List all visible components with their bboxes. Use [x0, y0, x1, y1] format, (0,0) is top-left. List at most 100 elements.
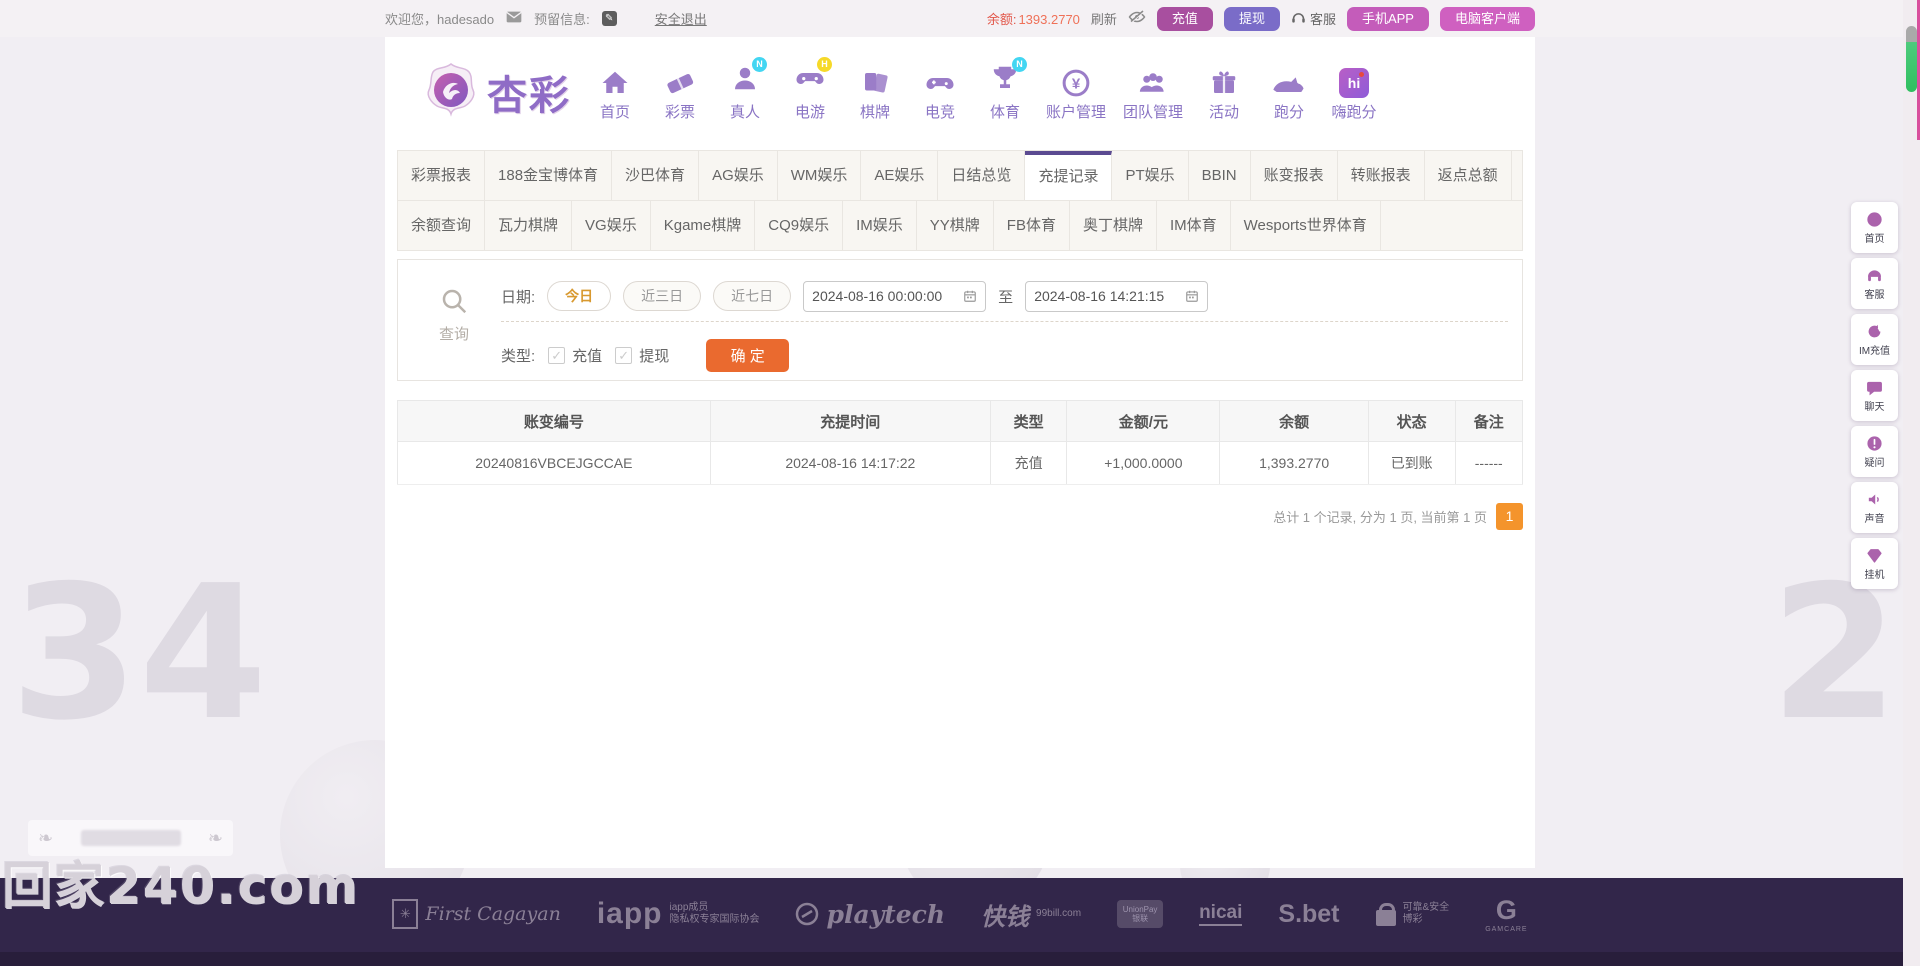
logout-link[interactable]: 安全退出 — [655, 9, 707, 28]
tab-im-sports[interactable]: IM体育 — [1157, 201, 1231, 250]
dashed-divider — [501, 321, 1508, 322]
mail-icon[interactable] — [506, 11, 522, 26]
report-tabs: 彩票报表 188金宝博体育 沙巴体育 AG娱乐 WM娱乐 AE娱乐 日结总览 充… — [397, 150, 1523, 251]
col-type: 类型 — [990, 401, 1067, 442]
deposit-button[interactable]: 充值 — [1157, 7, 1213, 31]
tab-vg[interactable]: VG娱乐 — [572, 201, 651, 250]
pagination-summary: 总计 1 个记录, 分为 1 页, 当前第 1 页 — [1273, 507, 1487, 526]
tab-daily-summary[interactable]: 日结总览 — [938, 151, 1025, 200]
yuan-coin-icon: ¥ — [1061, 68, 1091, 98]
watermark-text: 回家240.com — [2, 846, 359, 918]
nav-live[interactable]: N 真人 — [721, 63, 769, 122]
nav-promos[interactable]: 活动 — [1200, 68, 1248, 122]
checkbox-icon[interactable]: ✓ — [548, 347, 565, 364]
tab-lottery-report[interactable]: 彩票报表 — [398, 151, 485, 200]
nav-home[interactable]: 首页 — [591, 68, 639, 122]
nav-lottery[interactable]: 彩票 — [656, 68, 704, 122]
footer-logo-gamcare: G GAMCARE — [1485, 895, 1527, 933]
pc-client-button[interactable]: 电脑客户端 — [1440, 7, 1535, 31]
chat-bubble-icon — [1866, 379, 1883, 396]
tab-bbin[interactable]: BBIN — [1189, 151, 1251, 200]
tab-wm[interactable]: WM娱乐 — [778, 151, 862, 200]
tab-yy[interactable]: YY棋牌 — [917, 201, 994, 250]
tab-wesports[interactable]: Wesports世界体育 — [1231, 201, 1381, 250]
nav-paofen[interactable]: 跑分 — [1265, 68, 1313, 122]
checkbox-icon[interactable]: ✓ — [615, 347, 632, 364]
sidebar-autoplay[interactable]: 挂机 — [1851, 538, 1898, 589]
cell-time: 2024-08-16 14:17:22 — [710, 442, 990, 485]
site-logo[interactable]: 杏彩 — [423, 62, 571, 123]
sidebar-service[interactable]: 客服 — [1851, 258, 1898, 309]
sidebar-home[interactable]: 首页 — [1851, 202, 1898, 253]
logo-emblem-icon — [423, 62, 479, 123]
pagination: 总计 1 个记录, 分为 1 页, 当前第 1 页 1 — [397, 503, 1523, 530]
tab-transfer-report[interactable]: 转账报表 — [1338, 151, 1425, 200]
svg-text:¥: ¥ — [1072, 75, 1081, 92]
tab-saba-sports[interactable]: 沙巴体育 — [612, 151, 699, 200]
footer-logo-unionpay: UnionPay 银联 — [1117, 900, 1163, 928]
tab-kgame[interactable]: Kgame棋牌 — [651, 201, 756, 250]
tab-pt[interactable]: PT娱乐 — [1112, 151, 1188, 200]
mobile-app-button[interactable]: 手机APP — [1347, 7, 1429, 31]
nav-account[interactable]: ¥ 账户管理 — [1046, 68, 1106, 122]
customer-service[interactable]: 客服 — [1291, 9, 1336, 28]
tab-fb-sports[interactable]: FB体育 — [994, 201, 1070, 250]
tab-188-sports[interactable]: 188金宝博体育 — [485, 151, 612, 200]
calendar-icon[interactable] — [963, 289, 977, 303]
padlock-icon — [1376, 910, 1396, 926]
tab-im-entertainment[interactable]: IM娱乐 — [843, 201, 917, 250]
scrollbar-track[interactable] — [1903, 0, 1920, 966]
tab-wali[interactable]: 瓦力棋牌 — [485, 201, 572, 250]
page-1-button[interactable]: 1 — [1496, 503, 1523, 530]
tab-cq9[interactable]: CQ9娱乐 — [755, 201, 843, 250]
cell-record-id: 20240816VBCEJGCCAE — [398, 442, 711, 485]
gift-icon — [1209, 68, 1239, 98]
nav-egames[interactable]: H 电游 — [786, 63, 834, 122]
table-header-row: 账变编号 充提时间 类型 金额/元 余额 状态 备注 — [398, 401, 1523, 442]
scrollbar-thumb[interactable] — [1906, 26, 1917, 92]
date-from-input[interactable]: 2024-08-16 00:00:00 — [803, 281, 986, 312]
chip-last-3-days[interactable]: 近三日 — [623, 281, 701, 311]
sidebar-im-recharge[interactable]: IM充值 — [1851, 314, 1898, 365]
sidebar-question[interactable]: 疑问 — [1851, 426, 1898, 477]
headset-icon — [1291, 10, 1306, 27]
refresh-icon — [1866, 323, 1883, 340]
footer-bottom-strip — [0, 952, 1920, 966]
hi-tile-icon: hi — [1339, 68, 1369, 98]
tab-ae[interactable]: AE娱乐 — [861, 151, 938, 200]
nav-sports[interactable]: N 体育 — [981, 63, 1029, 122]
nav-team[interactable]: 团队管理 — [1123, 68, 1183, 122]
tab-aoding[interactable]: 奥丁棋牌 — [1070, 201, 1157, 250]
sidebar-chat[interactable]: 聊天 — [1851, 370, 1898, 421]
to-label: 至 — [998, 286, 1013, 307]
nav-esports[interactable]: 电竞 — [916, 68, 964, 122]
search-zone: 查询 — [423, 286, 485, 344]
edit-icon[interactable]: ✎ — [602, 11, 617, 26]
rhino-icon — [1270, 68, 1308, 98]
cell-remark: ------ — [1455, 442, 1523, 485]
sidebar-sound[interactable]: 声音 — [1851, 482, 1898, 533]
table-row: 20240816VBCEJGCCAE 2024-08-16 14:17:22 充… — [398, 442, 1523, 485]
tab-account-change-report[interactable]: 账变报表 — [1251, 151, 1338, 200]
col-status: 状态 — [1368, 401, 1455, 442]
calendar-icon[interactable] — [1185, 289, 1199, 303]
tab-row-1: 彩票报表 188金宝博体育 沙巴体育 AG娱乐 WM娱乐 AE娱乐 日结总览 充… — [398, 151, 1522, 200]
chip-today[interactable]: 今日 — [547, 281, 611, 311]
withdraw-button[interactable]: 提现 — [1224, 7, 1280, 31]
tab-balance-query[interactable]: 余额查询 — [398, 201, 485, 250]
type-label: 类型: — [501, 345, 535, 366]
nav-cards[interactable]: 棋牌 — [851, 68, 899, 122]
tab-ag[interactable]: AG娱乐 — [699, 151, 778, 200]
refresh-link[interactable]: 刷新 — [1091, 9, 1117, 28]
confirm-button[interactable]: 确 定 — [706, 339, 789, 372]
checkbox-deposit[interactable]: ✓ 充值 — [548, 345, 602, 366]
main-nav: 首页 彩票 N 真人 H — [591, 63, 1378, 122]
tab-deposit-withdraw-records[interactable]: 充提记录 — [1025, 151, 1112, 200]
eye-off-icon[interactable] — [1128, 10, 1146, 27]
chip-last-7-days[interactable]: 近七日 — [713, 281, 791, 311]
tab-rebate-total[interactable]: 返点总额 — [1425, 151, 1512, 200]
nav-hi-paofen[interactable]: hi 嗨跑分 — [1330, 68, 1378, 122]
search-label: 查询 — [423, 323, 485, 344]
date-to-input[interactable]: 2024-08-16 14:21:15 — [1025, 281, 1208, 312]
checkbox-withdraw[interactable]: ✓ 提现 — [615, 345, 669, 366]
